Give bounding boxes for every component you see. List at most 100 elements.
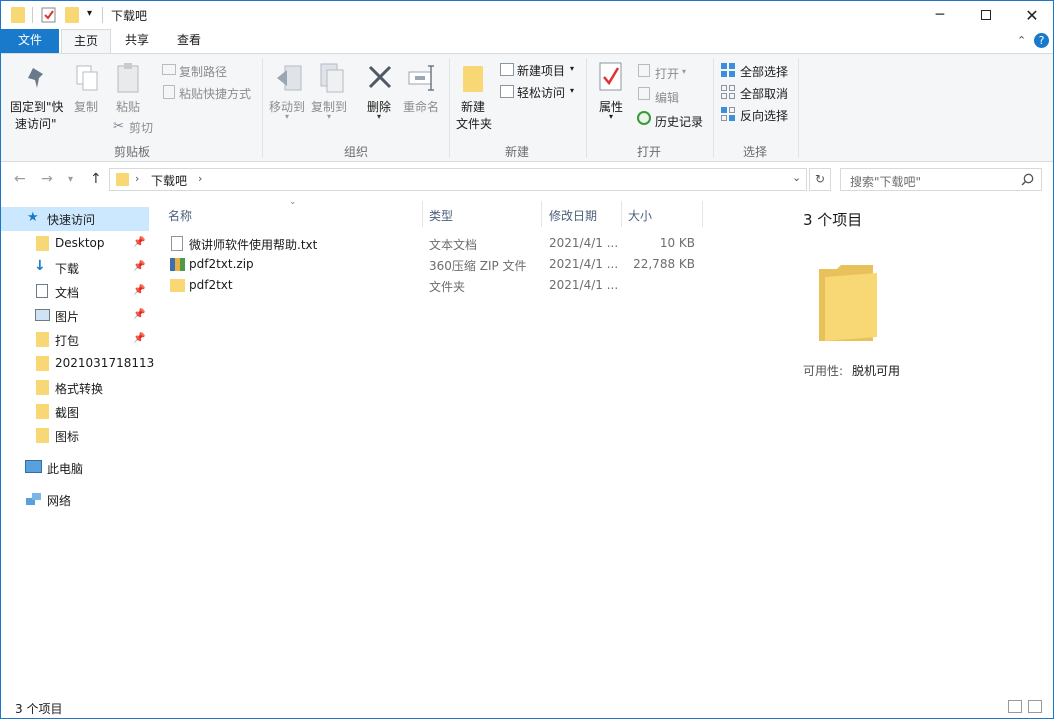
group-divider <box>798 58 799 158</box>
close-button[interactable]: ✕ <box>1009 1 1053 29</box>
large-icons-view-icon[interactable] <box>1028 700 1042 713</box>
copy-button[interactable]: 复制 <box>74 98 98 115</box>
maximize-button[interactable] <box>963 1 1009 29</box>
recent-locations-button[interactable]: ▾ <box>68 174 73 185</box>
rename-button[interactable]: 重命名 <box>403 98 439 115</box>
back-button[interactable]: ← <box>14 171 26 187</box>
sidebar-item[interactable]: 图标 <box>1 423 149 447</box>
computer-icon <box>25 460 42 473</box>
sidebar-item[interactable]: 截图 <box>1 399 149 423</box>
zip-file-icon <box>170 258 185 271</box>
pin-quick-access-button[interactable]: 固定到"快 <box>10 98 64 115</box>
column-divider[interactable] <box>702 201 703 227</box>
history-button[interactable]: 历史记录 <box>655 113 703 130</box>
group-divider <box>713 58 714 158</box>
window-title: 下载吧 <box>111 9 148 23</box>
chevron-down-icon[interactable]: ⌄ <box>792 171 801 184</box>
sidebar-item[interactable]: 图片 📌 <box>1 303 149 327</box>
pin-icon[interactable]: 📌 <box>133 309 145 320</box>
paste-button[interactable]: 粘贴 <box>116 98 140 115</box>
new-folder-button[interactable]: 新建 <box>461 98 485 115</box>
new-folder-icon[interactable] <box>65 7 79 23</box>
column-header-name[interactable]: 名称 <box>168 207 192 224</box>
properties-icon[interactable] <box>41 7 57 23</box>
sidebar-item-label: 下载 <box>55 262 80 276</box>
select-all-icon <box>721 63 735 77</box>
edit-button[interactable]: 编辑 <box>655 89 679 106</box>
explorer-window: ▾ 下载吧 ─ ✕ 文件 主页 共享 查看 ⌃ ? 固定到"快 速访问" 复制 <box>0 0 1054 719</box>
column-header-size[interactable]: 大小 <box>628 207 652 224</box>
address-bar[interactable]: › 下载吧 › ⌄ <box>109 168 807 191</box>
new-group-label: 新建 <box>504 145 529 159</box>
paste-shortcut-button[interactable]: 粘贴快捷方式 <box>179 85 251 102</box>
chevron-down-icon: ▾ <box>285 112 290 121</box>
tab-file[interactable]: 文件 <box>1 29 59 53</box>
minimize-button[interactable]: ─ <box>917 1 963 29</box>
pin-icon[interactable]: 📌 <box>133 333 145 344</box>
sidebar-item[interactable]: 打包 📌 <box>1 327 149 351</box>
refresh-button[interactable]: ↻ <box>809 168 831 191</box>
file-name[interactable]: pdf2txt.zip <box>189 257 254 271</box>
select-none-icon <box>721 85 735 99</box>
sidebar-item-label: 快速访问 <box>47 213 96 227</box>
breadcrumb[interactable]: 下载吧 <box>151 172 187 189</box>
sidebar-item-quick-access[interactable]: ★ 快速访问 <box>1 207 149 231</box>
open-icon <box>638 64 650 77</box>
sidebar-item[interactable]: 2021031718113 <box>1 351 154 375</box>
sidebar-item[interactable]: ↓ 下载 📌 <box>1 255 149 279</box>
pin-icon[interactable]: 📌 <box>133 237 145 248</box>
column-divider[interactable] <box>621 201 622 227</box>
sidebar-item-this-pc[interactable]: 此电脑 <box>47 460 83 477</box>
chevron-right-icon[interactable]: › <box>135 172 139 185</box>
easy-access-button[interactable]: 轻松访问 <box>517 84 565 101</box>
select-none-button[interactable]: 全部取消 <box>740 85 788 102</box>
search-box[interactable]: 搜索"下载吧" <box>840 168 1042 191</box>
search-input[interactable]: 搜索"下载吧" <box>850 173 921 190</box>
file-date: 2021/4/1 ... <box>549 257 619 271</box>
tab-home[interactable]: 主页 <box>61 29 111 53</box>
sidebar-item[interactable]: Desktop 📌 <box>1 231 149 255</box>
up-button[interactable]: ↑ <box>90 171 102 187</box>
search-icon[interactable] <box>1021 173 1034 186</box>
sidebar-item-network[interactable]: 网络 <box>47 492 71 509</box>
divider <box>32 7 33 23</box>
help-icon[interactable]: ? <box>1034 33 1049 48</box>
folder-icon <box>36 356 49 371</box>
forward-button[interactable]: → <box>41 171 53 187</box>
edit-icon <box>638 87 650 100</box>
pin-icon <box>28 68 43 88</box>
tab-view[interactable]: 查看 <box>165 29 213 53</box>
column-divider[interactable] <box>422 201 423 227</box>
file-size: 22,788 KB <box>633 257 695 271</box>
sidebar-item[interactable]: 格式转换 <box>1 375 149 399</box>
file-name[interactable]: pdf2txt <box>189 278 233 292</box>
new-item-button[interactable]: 新建项目 <box>517 62 565 79</box>
rename-icon <box>408 65 434 91</box>
sidebar-item-label: 图标 <box>55 430 80 444</box>
column-header-type[interactable]: 类型 <box>429 207 453 224</box>
file-name[interactable]: 微讲师软件使用帮助.txt <box>189 236 317 253</box>
chevron-down-icon[interactable]: ▾ <box>87 8 92 19</box>
folder-icon <box>36 380 49 395</box>
chevron-up-icon[interactable]: ⌃ <box>1017 34 1026 47</box>
new-folder-label: 文件夹 <box>456 117 493 131</box>
sidebar-item-label: 2021031718113 <box>55 356 155 370</box>
file-type: 文件夹 <box>429 280 466 294</box>
tab-share[interactable]: 共享 <box>113 29 161 53</box>
cut-button[interactable]: 剪切 <box>129 119 153 136</box>
availability-label: 可用性: <box>803 364 844 378</box>
column-divider[interactable] <box>541 201 542 227</box>
folder-icon <box>11 7 25 23</box>
folder-icon <box>36 332 49 347</box>
open-button[interactable]: 打开 <box>655 65 679 82</box>
column-header-date[interactable]: 修改日期 <box>549 207 597 224</box>
group-divider <box>449 58 450 158</box>
pin-icon[interactable]: 📌 <box>133 261 145 272</box>
details-view-icon[interactable] <box>1008 700 1022 713</box>
select-all-button[interactable]: 全部选择 <box>740 63 788 80</box>
pin-icon[interactable]: 📌 <box>133 285 145 296</box>
copy-path-button[interactable]: 复制路径 <box>179 63 227 80</box>
invert-selection-button[interactable]: 反向选择 <box>740 107 788 124</box>
chevron-right-icon[interactable]: › <box>198 172 202 185</box>
sidebar-item[interactable]: 文档 📌 <box>1 279 149 303</box>
